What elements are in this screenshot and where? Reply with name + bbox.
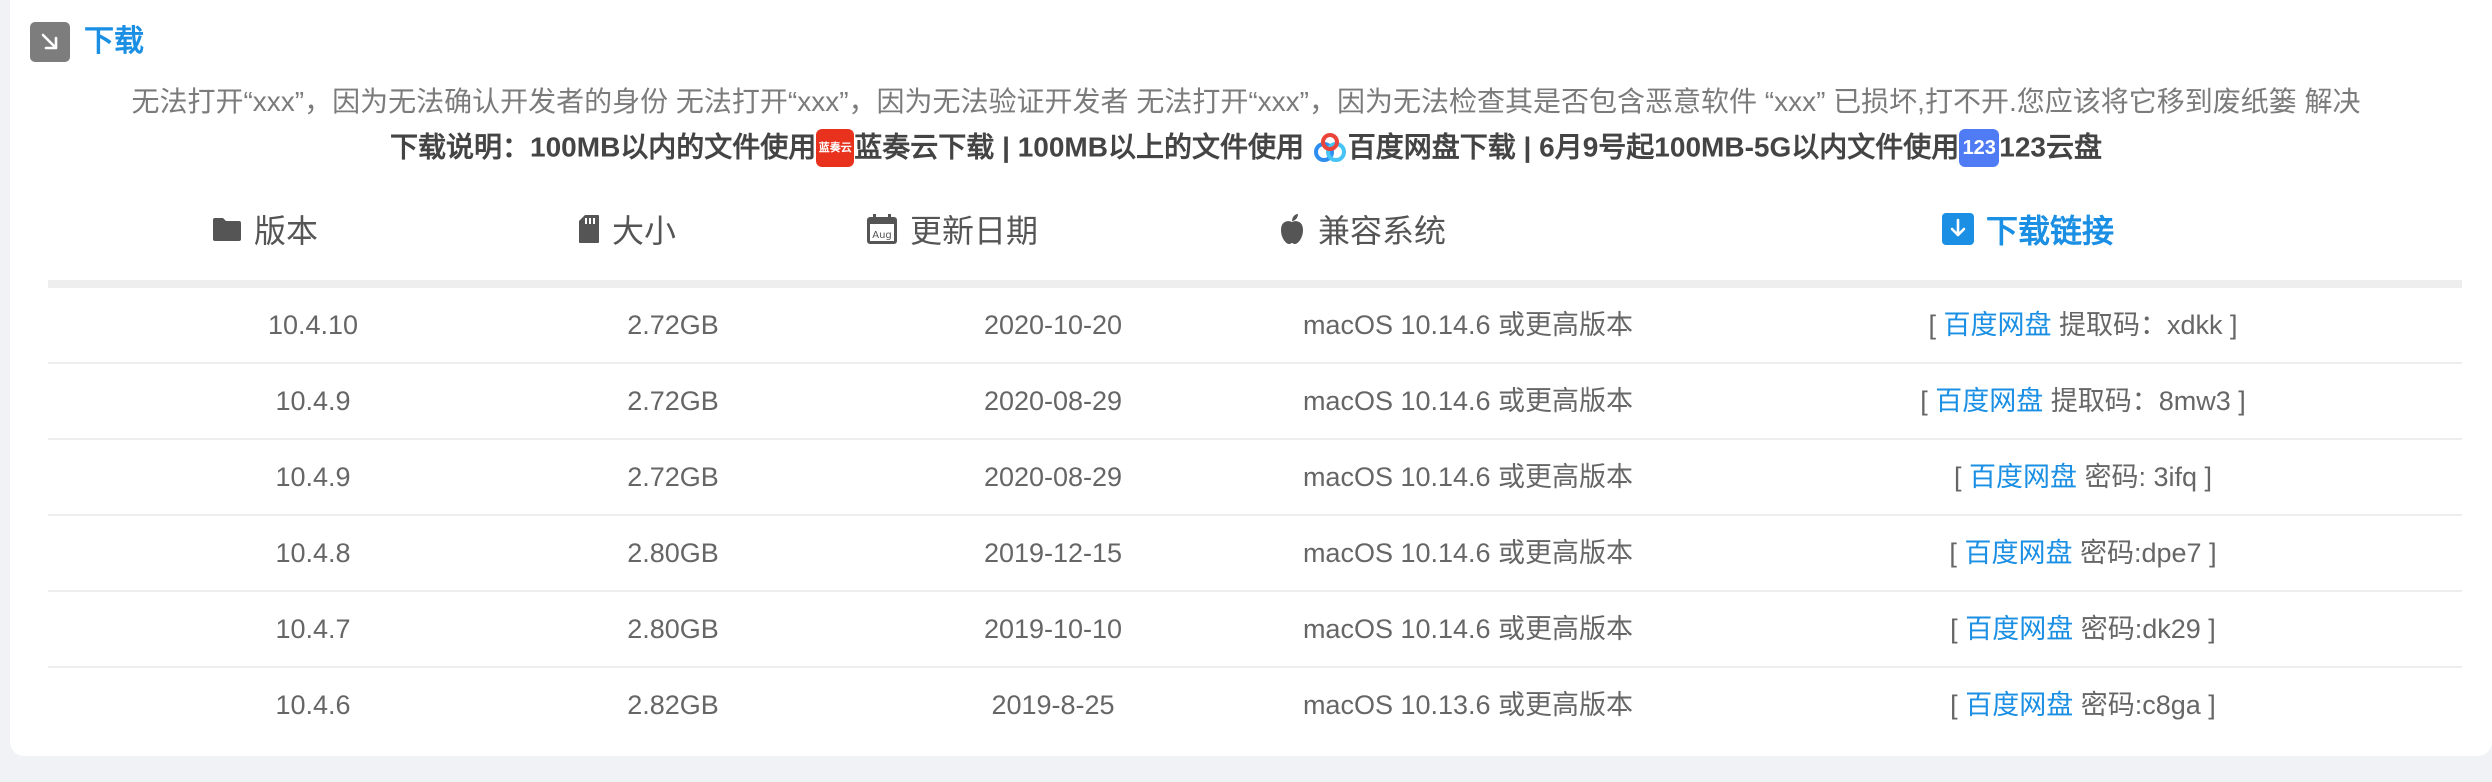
- extract-code: 提取码：8mw3: [2050, 386, 2231, 416]
- extract-code: 密码: 3ifq: [2084, 462, 2198, 492]
- header-date: Aug 更新日期: [866, 196, 1038, 262]
- download-icon: [1942, 213, 1974, 245]
- sd-card-icon: [578, 214, 600, 244]
- apple-icon: [1278, 213, 1306, 245]
- cell-download: [ 百度网盘 密码:dk29 ]: [1950, 614, 2216, 644]
- header-download: 下载链接: [1942, 196, 2114, 262]
- table-row: 10.4.9 2.72GB 2020-08-29 macOS 10.14.6 或…: [48, 440, 2462, 516]
- baidu-pan-link[interactable]: 百度网盘: [1943, 310, 2051, 340]
- cell-compat: macOS 10.14.6 或更高版本: [1302, 310, 1634, 340]
- lanzou-download-link[interactable]: 蓝奏云下载: [854, 132, 994, 163]
- table-row: 10.4.10 2.72GB 2020-10-20 macOS 10.14.6 …: [48, 288, 2462, 364]
- cell-size: 2.80GB: [627, 538, 719, 568]
- cell-compat: macOS 10.14.6 或更高版本: [1302, 462, 1634, 492]
- cell-compat: macOS 10.14.6 或更高版本: [1302, 614, 1634, 644]
- cell-size: 2.72GB: [627, 310, 719, 340]
- notice-text-2: | 100MB以上的文件使用: [994, 131, 1304, 163]
- baidu-pan-link[interactable]: 百度网盘: [1935, 386, 2043, 416]
- baidu-pan-link[interactable]: 百度网盘: [1964, 538, 2072, 568]
- baidu-pan-link[interactable]: 百度网盘: [1969, 462, 2077, 492]
- cell-download: [ 百度网盘 密码: 3ifq ]: [1953, 462, 2213, 492]
- svg-text:Aug: Aug: [872, 230, 892, 241]
- extract-code: 密码:c8ga: [2080, 690, 2201, 720]
- notice-line-1[interactable]: 无法打开“xxx”，因为无法确认开发者的身份 无法打开“xxx”，因为无法验证开…: [0, 82, 2492, 122]
- cell-download: [ 百度网盘 提取码：xdkk ]: [1928, 310, 2238, 340]
- cell-version: 10.4.8: [275, 538, 351, 568]
- pan123-download-link[interactable]: 123云盘: [1999, 132, 2102, 163]
- baidu-pan-link[interactable]: 百度网盘: [1965, 614, 2073, 644]
- extract-code: 密码:dk29: [2080, 614, 2201, 644]
- cell-size: 2.72GB: [627, 462, 719, 492]
- baidu-pan-logo-icon: [1313, 132, 1346, 162]
- extract-code: 提取码：xdkk: [2058, 310, 2223, 340]
- folder-icon: [212, 216, 242, 242]
- table-row: 10.4.6 2.82GB 2019-8-25 macOS 10.13.6 或更…: [48, 668, 2462, 742]
- download-table-body: 10.4.10 2.72GB 2020-10-20 macOS 10.14.6 …: [48, 288, 2462, 742]
- section-header: 下载: [30, 20, 144, 64]
- header-size: 大小: [578, 196, 676, 262]
- lanzou-logo-icon: 蓝奏云: [816, 128, 855, 167]
- notice-line-2: 下载说明：100MB以内的文件使用 蓝奏云蓝奏云下载 | 100MB以上的文件使用…: [0, 126, 2492, 168]
- cell-version: 10.4.9: [275, 462, 351, 492]
- calendar-icon: Aug: [866, 213, 898, 245]
- baidu-download-link[interactable]: 百度网盘下载: [1348, 132, 1516, 163]
- cell-size: 2.72GB: [627, 386, 719, 416]
- table-row: 10.4.7 2.80GB 2019-10-10 macOS 10.14.6 或…: [48, 592, 2462, 668]
- table-row: 10.4.8 2.80GB 2019-12-15 macOS 10.14.6 或…: [48, 516, 2462, 592]
- header-compat: 兼容系统: [1278, 196, 1446, 262]
- cell-version: 10.4.10: [267, 310, 359, 340]
- cell-download: [ 百度网盘 密码:c8ga ]: [1950, 690, 2216, 720]
- notice-text-3: | 6月9号起100MB-5G以内文件使用: [1515, 131, 1960, 163]
- cell-version: 10.4.9: [275, 386, 351, 416]
- baidu-pan-link[interactable]: 百度网盘: [1965, 690, 2073, 720]
- cell-size: 2.82GB: [627, 690, 719, 720]
- table-row: 10.4.9 2.72GB 2020-08-29 macOS 10.14.6 或…: [48, 364, 2462, 440]
- cell-compat: macOS 10.13.6 或更高版本: [1302, 690, 1634, 720]
- cell-download: [ 百度网盘 密码:dpe7 ]: [1949, 538, 2217, 568]
- table-header: 版本 大小 Aug 更新日期 兼容系统 下载链接: [48, 196, 2462, 282]
- cell-download: [ 百度网盘 提取码：8mw3 ]: [1920, 386, 2246, 416]
- notice-text-1: 下载说明：100MB以内的文件使用: [390, 131, 817, 163]
- extract-code: 密码:dpe7: [2079, 538, 2202, 568]
- cell-compat: macOS 10.14.6 或更高版本: [1302, 386, 1634, 416]
- cell-version: 10.4.7: [275, 614, 351, 644]
- header-divider: [48, 280, 2462, 288]
- cell-version: 10.4.6: [275, 690, 351, 720]
- section-title: 下载: [84, 25, 144, 58]
- cell-compat: macOS 10.14.6 或更高版本: [1302, 538, 1634, 568]
- header-version: 版本: [212, 196, 318, 262]
- pan123-logo-icon: 123: [1959, 128, 2000, 167]
- arrow-down-right-icon: [30, 22, 70, 62]
- cell-size: 2.80GB: [627, 614, 719, 644]
